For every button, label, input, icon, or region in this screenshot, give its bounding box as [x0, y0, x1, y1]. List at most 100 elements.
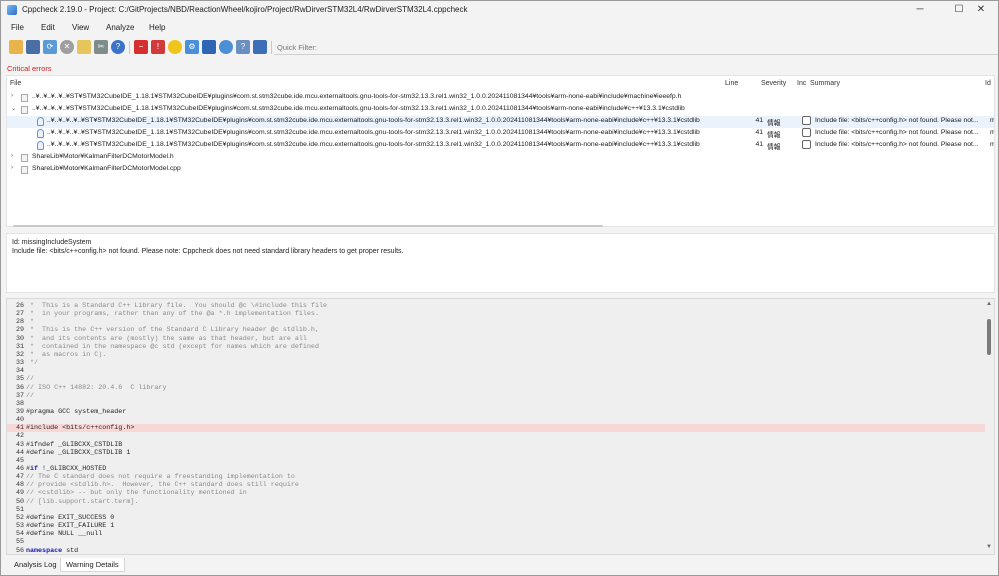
line-number: 38: [15, 399, 24, 408]
show-portability-icon[interactable]: [202, 40, 216, 54]
settings-icon[interactable]: ✂: [94, 40, 108, 54]
menu-help[interactable]: Help: [149, 23, 165, 32]
show-information-icon[interactable]: [219, 40, 233, 54]
result-file: ..¥..¥..¥..¥..¥ST¥STM32CubeIDE_1.18.1¥ST…: [47, 141, 700, 148]
show-errors-icon[interactable]: −: [134, 40, 148, 54]
code-line: 37//: [7, 392, 985, 400]
expand-arrow-icon[interactable]: ›: [11, 153, 17, 159]
result-file: ..¥..¥..¥..¥..¥ST¥STM32CubeIDE_1.18.1¥ST…: [32, 105, 685, 112]
expand-arrow-icon[interactable]: ›: [11, 165, 17, 171]
column-header-summary[interactable]: Summary: [810, 80, 840, 87]
inconclusive-checkbox[interactable]: [802, 128, 811, 137]
result-line: 41: [755, 117, 763, 124]
show-performance-icon[interactable]: ⚙: [185, 40, 199, 54]
menu-view[interactable]: View: [72, 23, 89, 32]
code-line: 52 #define EXIT_SUCCESS 0: [7, 514, 985, 522]
code-text: #ifndef _GLIBCXX_CSTDLIB: [26, 440, 123, 449]
result-severity: 情報: [767, 120, 781, 127]
file-icon: [21, 154, 28, 162]
line-number: 34: [15, 367, 24, 376]
save-icon[interactable]: [26, 40, 40, 54]
code-text: * as macros in C).: [26, 350, 107, 359]
column-header-id[interactable]: Id: [985, 80, 991, 87]
minimize-button[interactable]: ─: [901, 1, 939, 19]
information-bulb-icon: [37, 141, 44, 150]
information-bulb-icon: [37, 117, 44, 126]
line-number: 47: [15, 473, 24, 482]
result-summary: Include file: <bits/c++config.h> not fou…: [815, 129, 979, 136]
reload-icon[interactable]: ⟳: [43, 40, 57, 54]
result-row[interactable]: › ..¥..¥..¥..¥..¥ST¥STM32CubeIDE_1.18.1¥…: [7, 92, 994, 104]
expand-arrow-icon[interactable]: ›: [11, 93, 17, 99]
column-header-file[interactable]: File: [10, 80, 21, 87]
column-header-line[interactable]: Line: [725, 80, 738, 87]
code-line: 31 * contained in the namespace @c std (…: [7, 343, 985, 351]
code-line: 45: [7, 457, 985, 465]
result-id: mis: [990, 141, 994, 148]
result-row[interactable]: ..¥..¥..¥..¥..¥ST¥STM32CubeIDE_1.18.1¥ST…: [7, 116, 994, 128]
show-style-icon[interactable]: [168, 40, 182, 54]
tab-analysis-log[interactable]: Analysis Log: [9, 558, 62, 572]
keyword: namespace: [26, 546, 63, 555]
code-line: 30 * and its contents are (mostly) the s…: [7, 335, 985, 343]
clear-icon[interactable]: [77, 40, 91, 54]
quick-filter-input[interactable]: [274, 41, 998, 55]
show-checkers-icon[interactable]: ?: [236, 40, 250, 54]
column-header-inc[interactable]: Inc: [797, 80, 806, 87]
result-file: ..¥..¥..¥..¥..¥ST¥STM32CubeIDE_1.18.1¥ST…: [47, 117, 700, 124]
line-number: 43: [15, 440, 24, 449]
code-viewer[interactable]: 26 * This is a Standard C++ Library file…: [6, 298, 995, 555]
collapse-arrow-icon[interactable]: ⌄: [11, 105, 17, 112]
result-row[interactable]: › ShareLib¥Motor¥KalmanFilterDCMotorMode…: [7, 152, 994, 164]
open-folder-icon[interactable]: [9, 40, 23, 54]
code-text: // The C standard does not require a fre…: [26, 473, 295, 482]
menu-edit[interactable]: Edit: [41, 23, 55, 32]
stop-icon[interactable]: ✕: [60, 40, 74, 54]
tab-warning-details[interactable]: Warning Details: [60, 558, 125, 572]
help-icon[interactable]: ?: [111, 40, 125, 54]
column-header-severity[interactable]: Severity: [761, 80, 786, 87]
menu-analyze[interactable]: Analyze: [106, 23, 134, 32]
show-warnings-icon[interactable]: !: [151, 40, 165, 54]
code-line: 35//: [7, 375, 985, 383]
window-title: Cppcheck 2.19.0 - Project: C:/GitProject…: [22, 5, 468, 14]
code-text: #define EXIT_SUCCESS 0: [26, 513, 115, 522]
cppcheck-app-icon: [7, 5, 17, 15]
code-line: 50// [lib.support.start.term].: [7, 498, 985, 506]
code-line: 43 #ifndef _GLIBCXX_CSTDLIB: [7, 441, 985, 449]
horizontal-scrollbar[interactable]: [13, 225, 603, 227]
result-file: ..¥..¥..¥..¥..¥ST¥STM32CubeIDE_1.18.1¥ST…: [47, 129, 700, 136]
code-text: * This is the C++ version of the Standar…: [26, 326, 319, 335]
toolbar-separator: [129, 41, 130, 54]
inconclusive-checkbox[interactable]: [802, 116, 811, 125]
line-number: 44: [15, 448, 24, 457]
inconclusive-checkbox[interactable]: [802, 140, 811, 149]
code-line: 47// The C standard does not require a f…: [7, 473, 985, 481]
results-tree[interactable]: File Line Severity Inc Summary Id › ..¥.…: [6, 75, 995, 227]
result-row[interactable]: › ShareLib¥Motor¥KalmanFilterDCMotorMode…: [7, 164, 994, 176]
result-row[interactable]: ..¥..¥..¥..¥..¥ST¥STM32CubeIDE_1.18.1¥ST…: [7, 140, 994, 152]
code-line: 48// provide <stdlib.h>. However, the C+…: [7, 481, 985, 489]
code-text: // <cstdlib> -- but only the functionali…: [26, 489, 247, 498]
result-summary: Include file: <bits/c++config.h> not fou…: [815, 117, 979, 124]
scroll-up-arrow-icon[interactable]: ▲: [986, 301, 992, 307]
code-line: 29 * This is the C++ version of the Stan…: [7, 326, 985, 334]
result-row[interactable]: ..¥..¥..¥..¥..¥ST¥STM32CubeIDE_1.18.1¥ST…: [7, 128, 994, 140]
show-hidden-icon[interactable]: [253, 40, 267, 54]
result-row[interactable]: ⌄ ..¥..¥..¥..¥..¥ST¥STM32CubeIDE_1.18.1¥…: [7, 104, 994, 116]
close-button[interactable]: ✕: [962, 1, 999, 19]
code-line: 27 * in your programs, rather than any o…: [7, 310, 985, 318]
code-text: */: [26, 359, 39, 368]
menu-file[interactable]: File: [11, 23, 24, 32]
code-text: * and its contents are (mostly) the same…: [26, 334, 307, 343]
line-number: 40: [15, 416, 24, 425]
line-number: 46: [15, 465, 24, 473]
line-number: 55: [15, 538, 24, 547]
details-message: Include file: <bits/c++config.h> not fou…: [12, 248, 404, 255]
code-line: 39 #pragma GCC system_header: [7, 408, 985, 416]
code-line: 42: [7, 432, 985, 440]
vertical-scrollbar[interactable]: [987, 319, 991, 355]
scroll-down-arrow-icon[interactable]: ▼: [986, 544, 992, 550]
code-line: 38: [7, 400, 985, 408]
result-severity: 情報: [767, 144, 781, 151]
